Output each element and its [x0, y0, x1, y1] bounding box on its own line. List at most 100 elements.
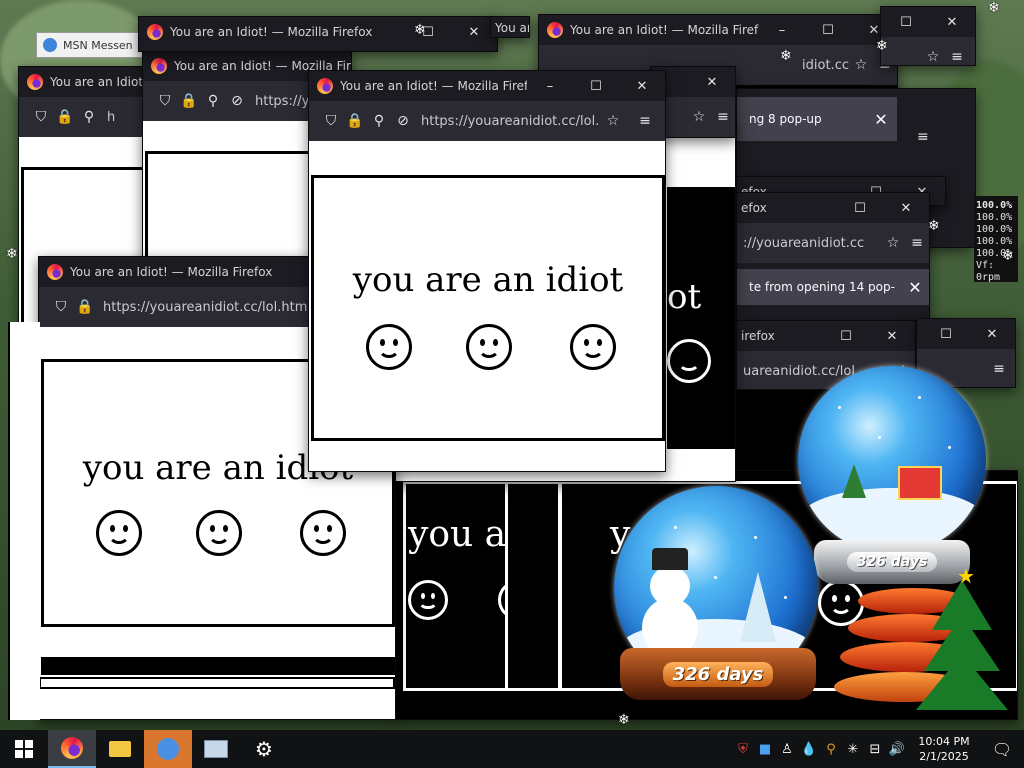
search-icon[interactable]: ⚲ [820, 742, 842, 757]
maximize-button[interactable]: ☐ [573, 79, 619, 94]
notification-center-icon[interactable]: 🗨 [980, 740, 1024, 759]
star-icon[interactable]: ☆ [601, 113, 625, 129]
titlebar[interactable]: You are an Idiot! — Mozilla Firefox – ☐ … [539, 15, 897, 45]
maximize-button[interactable]: ☐ [837, 201, 883, 216]
menu-icon[interactable]: ≡ [905, 235, 929, 251]
taskbar-settings[interactable]: ⚙ [240, 730, 288, 768]
snowflake-tray-icon[interactable]: ✳ [842, 742, 864, 757]
firefox-window-back-8[interactable]: efox ☐ ✕ ://youareanidiot.cc ☆ ≡ te from… [736, 192, 930, 322]
autoplay-icon[interactable]: ⊘ [225, 93, 249, 109]
blue-square-icon[interactable]: ■ [754, 742, 776, 757]
titlebar[interactable]: You are an Idiot! — Mozilla Firefox ☐ ✕ [139, 17, 497, 47]
snowflake-icon: ❄ [928, 218, 940, 234]
smiley-icon [96, 510, 142, 556]
desktop: MSN Messen You are an Idiot! — Mozilla F… [0, 0, 1024, 730]
window-title: irefox [741, 329, 775, 343]
smiley-icon [667, 339, 711, 383]
permissions-icon[interactable]: ⚲ [77, 109, 101, 125]
lock-icon[interactable]: 🔒 [343, 113, 367, 129]
permissions-icon[interactable]: ⚲ [367, 113, 391, 129]
permissions-icon[interactable]: ⚲ [201, 93, 225, 109]
firefox-window-front[interactable]: You are an Idiot! — Mozilla Firefox – ☐ … [308, 70, 666, 472]
snowflake-icon: ❄ [6, 246, 18, 262]
network-icon[interactable]: ⊟ [864, 742, 886, 757]
star-icon[interactable]: ☆ [881, 235, 905, 251]
shield-icon[interactable]: ⛉ [319, 113, 343, 129]
snowflake-dot [838, 406, 841, 409]
page-frame: you are an idiot [311, 175, 665, 441]
firefox-window-back-6[interactable]: ☐ ✕ ☆ ≡ [880, 6, 976, 66]
shield-icon[interactable]: ⛉ [49, 299, 73, 315]
smiley-icon [196, 510, 242, 556]
maximize-button[interactable]: ☐ [823, 329, 869, 344]
menu-icon[interactable]: ≡ [987, 361, 1011, 377]
snowflake-icon: ❄ [1002, 248, 1014, 264]
url-bar[interactable]: https://youareanidiot.cc/lol. [415, 114, 601, 129]
taskbar-firefox[interactable] [48, 730, 96, 768]
window-app-icon [204, 740, 228, 758]
snowflake-icon: ❄ [618, 712, 630, 728]
msn-messenger-window[interactable]: MSN Messen [36, 32, 146, 58]
minimize-button[interactable]: – [527, 79, 573, 94]
titlebar[interactable]: efox ☐ ✕ [737, 193, 929, 223]
top-hat-icon [652, 548, 688, 570]
page-text: you are an idiot [352, 260, 624, 300]
close-button[interactable]: ✕ [689, 75, 735, 90]
taskbar-app-window[interactable] [192, 730, 240, 768]
titlebar[interactable]: You are a [491, 17, 529, 37]
star-icon[interactable]: ☆ [921, 49, 945, 65]
lock-icon[interactable]: 🔒 [177, 93, 201, 109]
firefox-window-back-4[interactable]: You are a [490, 16, 530, 38]
globe-base-left: 326 days [620, 648, 816, 700]
menu-icon[interactable]: ≡ [945, 49, 969, 65]
firefox-window-back-3[interactable]: You are an Idiot! — Mozilla Firefox ☐ ✕ [138, 16, 498, 52]
url-bar[interactable]: ://youareanidiot.cc [737, 236, 881, 251]
menu-icon[interactable]: ≡ [711, 109, 735, 125]
titlebar[interactable]: ☐ ✕ [881, 7, 975, 37]
start-button[interactable] [0, 730, 48, 768]
notification-close-button[interactable]: ✕ [899, 278, 929, 297]
snowflake-dot [918, 396, 921, 399]
window-title: You are an Idiot! — Mozilla Firefox [170, 25, 373, 39]
titlebar[interactable]: ☐ ✕ [917, 319, 1015, 349]
close-button[interactable]: ✕ [929, 15, 975, 30]
close-button[interactable]: ✕ [883, 201, 929, 216]
notification-close-button[interactable]: ✕ [865, 110, 897, 129]
page-frame-bottom [39, 677, 395, 689]
shield-icon[interactable]: ⛉ [29, 109, 53, 125]
titlebar[interactable]: You are an Idiot! — Mozilla Firefox [19, 67, 152, 97]
droplet-icon[interactable]: 💧 [798, 742, 820, 757]
minimize-button[interactable]: – [759, 23, 805, 38]
taskbar-file-explorer[interactable] [96, 730, 144, 768]
menu-icon[interactable]: ≡ [625, 113, 665, 129]
network-person-icon[interactable]: ♙ [776, 742, 798, 757]
titlebar[interactable]: You are an Idiot! — Mozilla Firefox – ☐ … [309, 71, 665, 101]
star-icon[interactable]: ☆ [687, 109, 711, 125]
snowflake-dot [948, 446, 951, 449]
titlebar[interactable]: irefox ☐ ✕ [737, 321, 915, 351]
star-icon[interactable]: ☆ [849, 57, 873, 73]
close-button[interactable]: ✕ [619, 79, 665, 94]
security-icon[interactable]: ⛨ [732, 742, 754, 757]
maximize-button[interactable]: ☐ [405, 25, 451, 40]
lock-icon[interactable]: 🔒 [73, 299, 97, 315]
lock-icon[interactable]: 🔒 [53, 109, 77, 125]
page-text: you are [408, 514, 545, 555]
maximize-button[interactable]: ☐ [805, 23, 851, 38]
shield-icon[interactable]: ⛉ [153, 93, 177, 109]
volume-icon[interactable]: 🔊 [886, 742, 908, 757]
menu-icon[interactable]: ≡ [917, 129, 929, 145]
maximize-button[interactable]: ☐ [883, 15, 929, 30]
page-text: ot [667, 277, 702, 317]
autoplay-icon[interactable]: ⊘ [391, 113, 415, 129]
taskbar: ⚙ ⛨ ■ ♙ 💧 ⚲ ✳ ⊟ 🔊 10:04 PM 2/1/2025 🗨 [0, 730, 1024, 768]
globe-days-label: 326 days [846, 552, 938, 572]
maximize-button[interactable]: ☐ [923, 327, 969, 342]
smiley-icon [466, 324, 512, 370]
url-bar[interactable]: idiot.cc [796, 58, 849, 73]
close-button[interactable]: ✕ [869, 329, 915, 344]
clock[interactable]: 10:04 PM 2/1/2025 [908, 734, 980, 764]
taskbar-app-orange[interactable] [144, 730, 192, 768]
snowflake-icon: ❄ [780, 48, 792, 64]
close-button[interactable]: ✕ [969, 327, 1015, 342]
